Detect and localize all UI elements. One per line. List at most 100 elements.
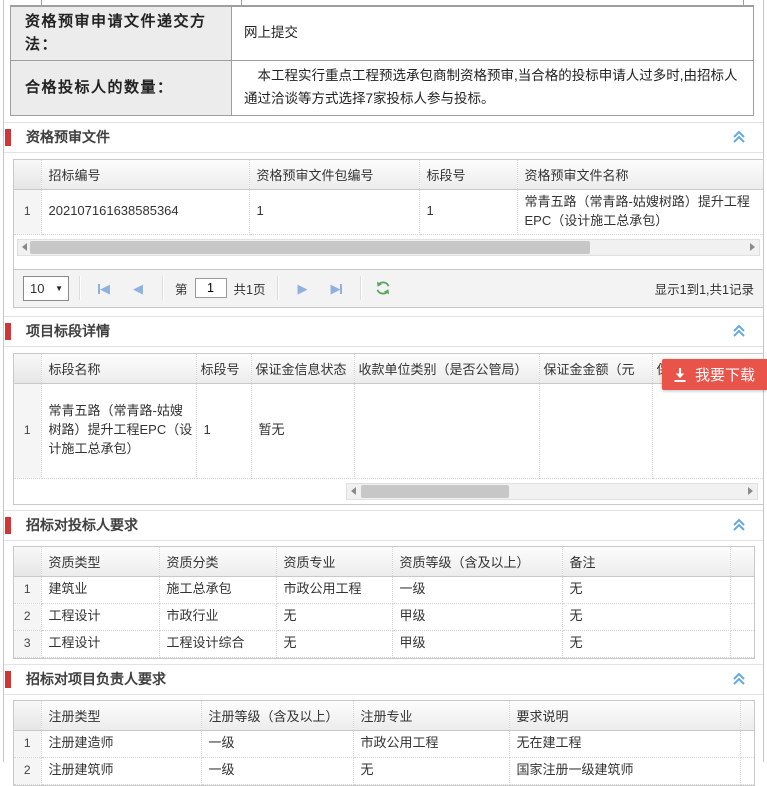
table-header-row: 资质类型 资质分类 资质专业 资质等级（含及以上） 备注	[14, 547, 754, 577]
page-size-value: 10	[30, 281, 44, 296]
prev-page-button[interactable]: ◀	[124, 282, 152, 295]
scroll-right-arrow-icon[interactable]	[748, 487, 753, 495]
chevron-double-up-icon	[732, 324, 746, 338]
collapse-section-button[interactable]	[732, 518, 746, 532]
row-number: 2	[14, 603, 41, 630]
refresh-button[interactable]	[375, 280, 391, 296]
column-header: 备注	[562, 547, 730, 577]
prequal-info-table: 资格预审申请文件递交方法： 网上提交 合格投标人的数量： 本工程实行重点工程预选…	[10, 6, 754, 116]
bidder-requirements-table: 资质类型 资质分类 资质专业 资质等级（含及以上） 备注 1 建筑业 施工总承包…	[14, 547, 754, 658]
column-header: 标段名称	[41, 354, 196, 384]
chevron-double-up-icon	[732, 130, 746, 144]
chevron-double-up-icon	[732, 672, 746, 686]
table-row: 资格预审申请文件递交方法： 网上提交	[11, 7, 754, 61]
cell-deposit-status: 暂无	[251, 383, 354, 478]
scroll-strip	[14, 479, 763, 504]
scroll-left-arrow-icon[interactable]	[351, 487, 356, 495]
cell-deposit-amount	[539, 383, 652, 478]
table-row[interactable]: 2 工程设计 市政行业 无 甲级 无	[14, 603, 754, 630]
cell-section-number: 1	[196, 383, 251, 478]
next-page-button[interactable]: ▶	[288, 282, 316, 295]
divider	[743, 0, 744, 5]
cell-registration-type: 注册建筑师	[41, 757, 201, 784]
collapse-section-button[interactable]	[732, 672, 746, 686]
section-title: 资格预审文件	[26, 127, 110, 147]
collapse-section-button[interactable]	[732, 324, 746, 338]
cell-qualification-category: 工程设计综合	[159, 630, 276, 657]
collapse-section-button[interactable]	[732, 130, 746, 144]
scroll-right-arrow-icon[interactable]	[750, 243, 755, 251]
table-row[interactable]: 3 工程设计 工程设计综合 无 甲级 无	[14, 630, 754, 657]
section-header-prequal-docs: 资格预审文件	[4, 122, 763, 153]
cell-registration-grade: 一级	[201, 757, 353, 784]
last-page-button[interactable]: ▶	[322, 282, 350, 295]
cell-registration-specialty: 市政公用工程	[353, 730, 509, 757]
pager-bar: 10 ▼ ◀ ◀ 第 共1页 ▶ ▶	[14, 269, 763, 307]
cell-qualification-category: 施工总承包	[159, 576, 276, 603]
spacer-cell	[730, 603, 754, 630]
section-header-section-details: 项目标段详情	[4, 316, 763, 347]
download-button[interactable]: 我要下载	[662, 359, 767, 390]
column-header: 收款单位类别（是否公管局）	[354, 354, 539, 384]
scrollbar-thumb[interactable]	[361, 485, 509, 498]
cell-section-name: 常青五路（常青路-姑嫂树路）提升工程EPC（设计施工总承包）	[41, 383, 196, 478]
row-number-header	[14, 701, 41, 731]
column-header: 招标编号	[41, 160, 249, 190]
cell-payee-type	[354, 383, 539, 478]
page-prefix-label: 第	[175, 279, 188, 298]
table-header-row: 招标编号 资格预审文件包编号 标段号 资格预审文件名称	[14, 160, 763, 190]
cell-registration-type: 注册建造师	[41, 730, 201, 757]
page-size-select[interactable]: 10 ▼	[23, 276, 69, 301]
spacer-cell	[740, 757, 754, 784]
row-number: 1	[14, 730, 41, 757]
red-accent-bar	[5, 671, 11, 688]
manager-requirements-grid: 注册类型 注册等级（含及以上） 注册专业 要求说明 1 注册建造师 一级 市政公…	[13, 700, 755, 786]
section-header-manager-requirements: 招标对项目负责人要求	[4, 664, 763, 695]
table-row[interactable]: 1 常青五路（常青路-姑嫂树路）提升工程EPC（设计施工总承包） 1 暂无	[14, 383, 763, 478]
cell-registration-specialty: 无	[353, 757, 509, 784]
cell-remark: 无	[562, 603, 730, 630]
submit-method-value: 网上提交	[232, 7, 754, 61]
spacer-cell	[730, 576, 754, 603]
table-header-row: 注册类型 注册等级（含及以上） 注册专业 要求说明	[14, 701, 754, 731]
table-row[interactable]: 2 注册建筑师 一级 无 国家注册一级建筑师	[14, 757, 754, 784]
horizontal-scrollbar[interactable]	[346, 483, 758, 500]
section-content: 资质类型 资质分类 资质专业 资质等级（含及以上） 备注 1 建筑业 施工总承包…	[4, 541, 763, 659]
cell-qualification-specialty: 无	[276, 603, 392, 630]
cell-registration-grade: 一级	[201, 730, 353, 757]
row-number-header	[14, 160, 41, 190]
horizontal-scrollbar[interactable]	[17, 239, 760, 256]
table-row[interactable]: 1 注册建造师 一级 市政公用工程 无在建工程	[14, 730, 754, 757]
table-row[interactable]: 1 建筑业 施工总承包 市政公用工程 一级 无	[14, 576, 754, 603]
cell-qualification-type: 工程设计	[41, 630, 159, 657]
column-header: 保证金信息状态	[251, 354, 354, 384]
column-header: 注册等级（含及以上）	[201, 701, 353, 731]
chevron-down-icon: ▼	[55, 284, 63, 293]
spacer-cell	[740, 701, 754, 731]
bar-icon	[98, 284, 100, 294]
cell-tender-number: 202107161638585364	[41, 189, 249, 234]
cell-section-number: 1	[419, 189, 517, 234]
column-header: 注册专业	[353, 701, 509, 731]
column-header: 资质分类	[159, 547, 276, 577]
first-page-button[interactable]: ◀	[90, 282, 118, 295]
spacer-cell	[730, 547, 754, 577]
page-number-input[interactable]	[195, 278, 227, 298]
chevron-double-up-icon	[732, 518, 746, 532]
row-number: 3	[14, 630, 41, 657]
scrollbar-thumb[interactable]	[30, 241, 590, 254]
table-fragment-top	[10, 0, 754, 6]
red-accent-bar	[5, 129, 11, 146]
page-count-label: 共1页	[234, 279, 266, 298]
section-title: 招标对投标人要求	[26, 515, 138, 535]
table-row[interactable]: 1 202107161638585364 1 1 常青五路（常青路-姑嫂树路）提…	[14, 189, 763, 234]
divider	[41, 0, 42, 5]
column-header: 资格预审文件名称	[517, 160, 763, 190]
table-row: 合格投标人的数量： 本工程实行重点工程预选承包商制资格预审,当合格的投标申请人过…	[11, 61, 754, 116]
cell-deposit-deadline	[652, 383, 763, 478]
prequal-docs-table: 招标编号 资格预审文件包编号 标段号 资格预审文件名称 1 2021071616…	[14, 160, 763, 235]
section-content: 标段名称 标段号 保证金信息状态 收款单位类别（是否公管局） 保证金金额（元 保…	[4, 347, 763, 505]
section-header-bidder-requirements: 招标对投标人要求	[4, 510, 763, 541]
scroll-left-arrow-icon[interactable]	[22, 243, 27, 251]
refresh-icon	[375, 280, 391, 296]
